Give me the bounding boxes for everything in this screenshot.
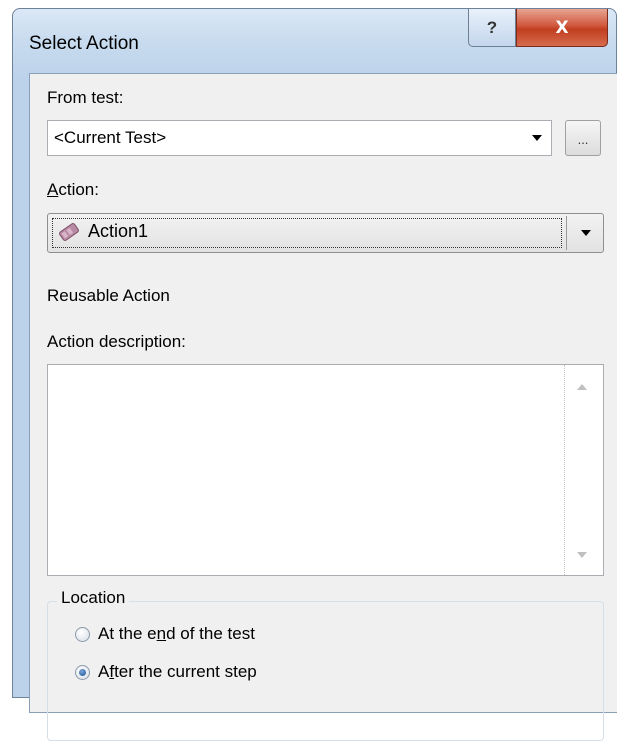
from-test-label: From test: <box>47 88 124 107</box>
dialog-body: From test: <Current Test> ... Action: Ac… <box>29 73 617 741</box>
action-description-field[interactable] <box>47 364 604 576</box>
close-icon: X <box>555 17 569 38</box>
dialog-title: Select Action <box>29 33 139 54</box>
reusable-action-text: Reusable Action <box>47 286 170 305</box>
close-button[interactable]: X <box>516 9 608 47</box>
chevron-down-icon <box>527 121 547 155</box>
radio-end-of-test-label: At the end of the test <box>98 624 255 643</box>
browse-button-label: ... <box>577 132 589 147</box>
help-button[interactable]: ? <box>468 9 516 47</box>
chevron-down-icon <box>568 214 603 252</box>
radio-after-current-step-label: After the current step <box>98 662 257 681</box>
action-description-label: Action description: <box>47 332 186 351</box>
action-value: Action1 <box>88 221 149 241</box>
location-group-title: Location <box>57 588 130 608</box>
radio-after-current-step[interactable]: After the current step <box>75 662 257 682</box>
browse-test-button[interactable]: ... <box>565 120 601 156</box>
from-test-value: <Current Test> <box>54 128 167 147</box>
from-test-select[interactable]: <Current Test> <box>47 120 552 156</box>
scroll-down-icon[interactable] <box>577 545 587 563</box>
scroll-up-icon[interactable] <box>577 377 587 395</box>
title-bar[interactable]: Select Action ? X <box>13 9 616 71</box>
action-select[interactable]: Action1 <box>47 213 604 253</box>
radio-end-of-test[interactable]: At the end of the test <box>75 624 255 644</box>
help-icon: ? <box>486 17 498 37</box>
radio-button[interactable] <box>75 626 90 642</box>
action-label: Action: <box>47 180 99 199</box>
select-action-dialog: Select Action ? X From test: <Current Te… <box>12 8 617 741</box>
action-icon <box>56 219 82 250</box>
radio-button-checked[interactable] <box>75 664 90 680</box>
dropdown-separator <box>566 216 567 250</box>
description-scrollbar[interactable] <box>564 365 603 575</box>
